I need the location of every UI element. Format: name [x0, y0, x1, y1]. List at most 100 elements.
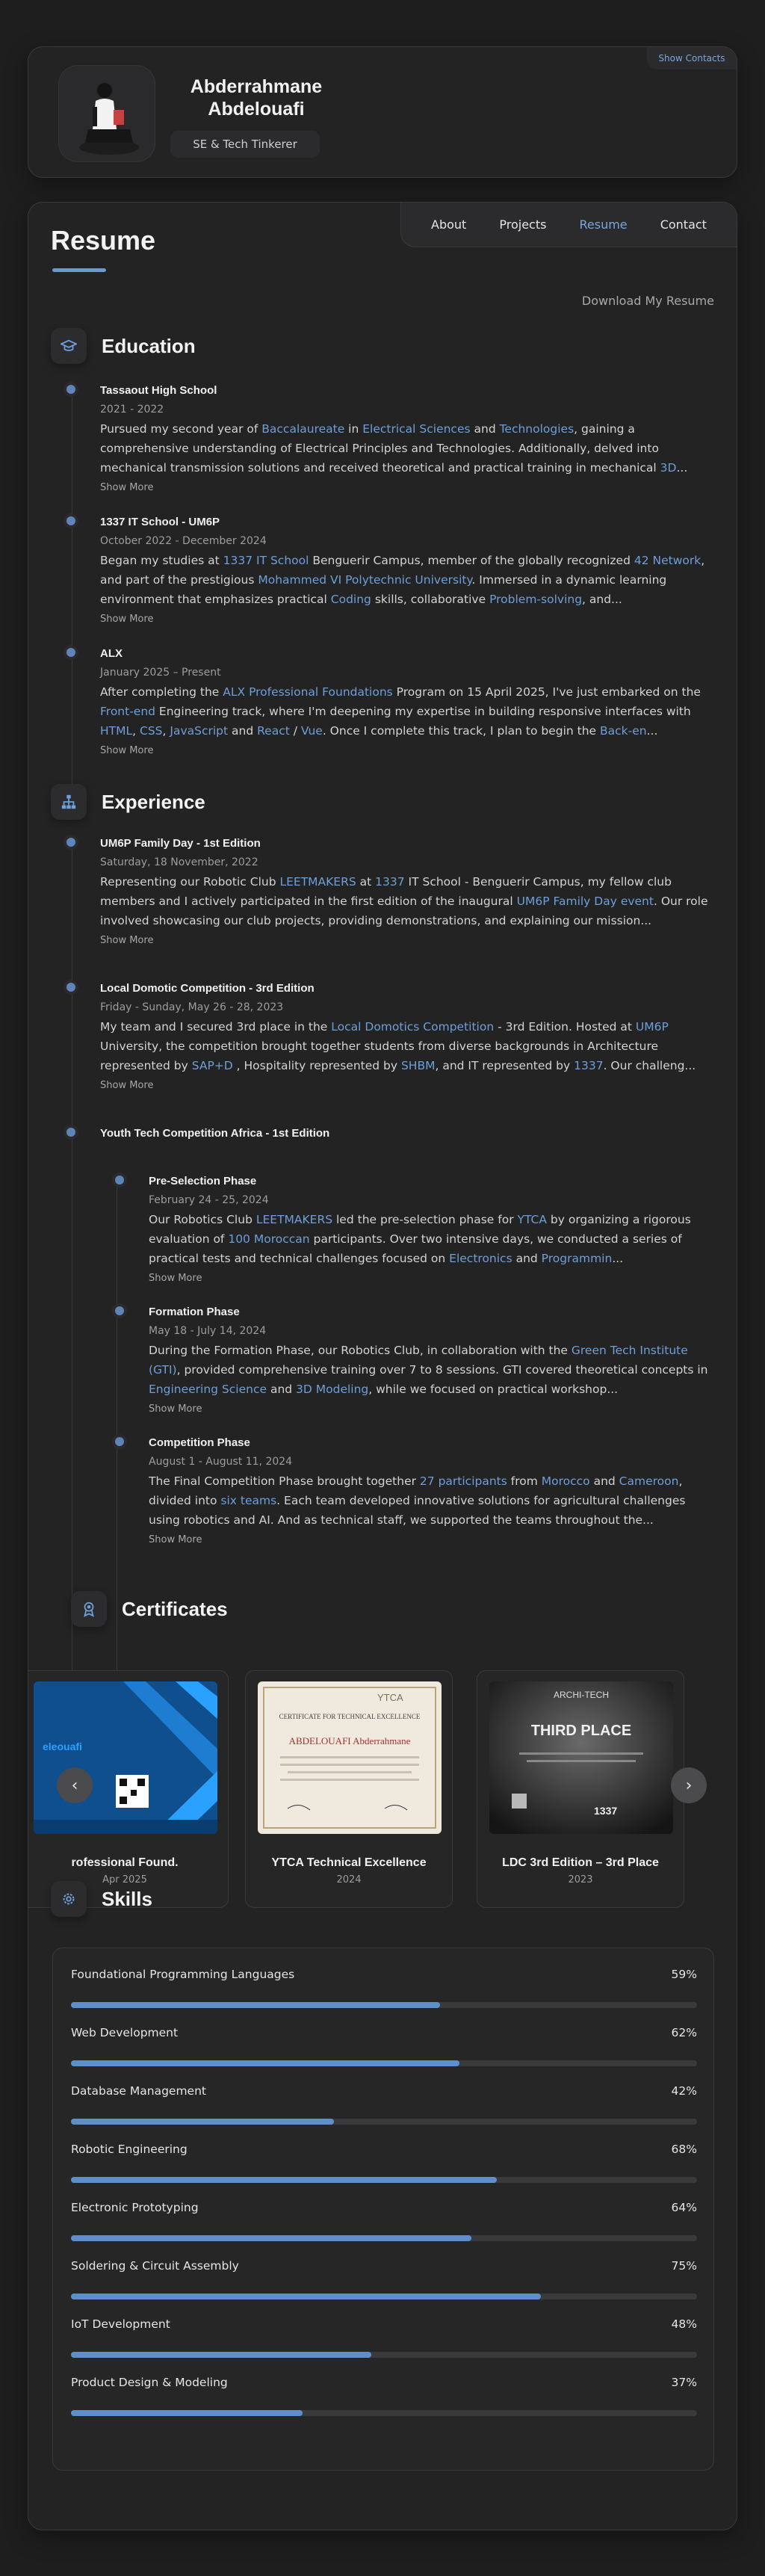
highlight-link[interactable]: Technologies — [500, 422, 574, 436]
item-title: Youth Tech Competition Africa - 1st Edit… — [100, 1127, 330, 1140]
highlight-link[interactable]: UM6P Family Day event — [517, 895, 654, 908]
highlight-link[interactable]: Baccalaureate — [261, 422, 344, 436]
ytca-name: ABDELOUAFI Abderrahmane — [289, 1735, 411, 1746]
skill-row: Electronic Prototyping 64% — [71, 2201, 697, 2247]
text-segment: The Final Competition Phase brought toge… — [149, 1474, 420, 1488]
text-segment: and — [512, 1252, 542, 1265]
highlight-link[interactable]: Electrical Sciences — [362, 422, 470, 436]
text-segment: skills, collaborative — [371, 593, 490, 606]
text-segment: and — [267, 1383, 297, 1396]
cert-date: 2023 — [568, 1874, 593, 1885]
text-segment: ... — [612, 1252, 624, 1265]
highlight-link[interactable]: SHBM — [401, 1059, 436, 1072]
highlight-link[interactable]: Mohammed VI Polytechnic University — [258, 573, 471, 587]
show-more-button[interactable]: Show More — [100, 614, 716, 625]
chevron-left-icon: ‹ — [71, 1776, 78, 1795]
item-description: Pursued my second year of Baccalaureate … — [100, 419, 716, 478]
highlight-link[interactable]: 3D Modeling — [296, 1383, 368, 1396]
highlight-link[interactable]: JavaScript — [170, 724, 228, 738]
text-segment: ... — [646, 724, 658, 738]
highlight-link[interactable]: 3D — [660, 461, 677, 475]
item-date: October 2022 - December 2024 — [100, 535, 267, 547]
highlight-link[interactable]: Electronics — [449, 1252, 512, 1265]
highlight-link[interactable]: Back-en — [600, 724, 647, 738]
skill-progress-fill — [71, 2235, 472, 2241]
highlight-link[interactable]: Programmin — [542, 1252, 613, 1265]
show-more-button[interactable]: Show More — [100, 482, 716, 493]
skill-progress-track — [71, 2294, 697, 2299]
text-segment: Began my studies at — [100, 554, 223, 567]
highlight-link[interactable]: LEETMAKERS — [279, 875, 356, 889]
skill-row: Foundational Programming Languages 59% — [71, 1968, 697, 2014]
item-title: Local Domotic Competition - 3rd Edition — [100, 982, 315, 995]
item-date: Friday - Sunday, May 26 - 28, 2023 — [100, 1001, 284, 1013]
education-item: ALX January 2025 – Present After completin… — [66, 646, 716, 756]
certificate-card[interactable]: YTCA CERTIFICATE FOR TECHNICAL EXCELLENC… — [245, 1670, 453, 1908]
resume-panel: About Projects Resume Contact Resume Dow… — [28, 202, 737, 2530]
skill-progress-fill — [71, 2294, 541, 2299]
carousel-prev-button[interactable]: ‹ — [57, 1767, 93, 1803]
highlight-link[interactable]: Morocco — [542, 1474, 590, 1488]
skill-percent: 42% — [671, 2084, 697, 2098]
item-title: 1337 IT School - UM6P — [100, 516, 220, 528]
highlight-link[interactable]: UM6P — [636, 1020, 669, 1034]
highlight-link[interactable]: Vue — [301, 724, 323, 738]
certificate-card[interactable]: ARCHI-TECH THIRD PLACE 1337 LDC 3rd Edit… — [477, 1670, 684, 1908]
highlight-link[interactable]: CSS — [140, 724, 163, 738]
education-item: Tassaout High School 2021 - 2022 Pursued m… — [66, 383, 716, 493]
ldc-place: THIRD PLACE — [531, 1723, 631, 1739]
highlight-link[interactable]: 1337 IT School — [223, 554, 309, 567]
text-segment: During the Formation Phase, our Robotics… — [149, 1344, 572, 1357]
carousel-next-button[interactable]: › — [671, 1767, 707, 1803]
highlight-link[interactable]: React — [257, 724, 290, 738]
skill-progress-fill — [71, 2002, 441, 2008]
skill-percent: 68% — [671, 2143, 697, 2156]
highlight-link[interactable]: Cameroon — [619, 1474, 679, 1488]
highlight-link[interactable]: 1337 — [375, 875, 404, 889]
skill-progress-track — [71, 2002, 697, 2008]
highlight-link[interactable]: 27 participants — [420, 1474, 507, 1488]
show-contacts-button[interactable]: Show Contacts — [647, 47, 737, 70]
education-item: 1337 IT School - UM6P October 2022 - Dece… — [66, 515, 716, 625]
show-more-button[interactable]: Show More — [149, 1403, 716, 1415]
text-segment: at — [356, 875, 376, 889]
certificate-image: eleouafi — [34, 1681, 217, 1834]
item-title: Formation Phase — [149, 1306, 240, 1318]
highlight-link[interactable]: Local Domotics Competition — [331, 1020, 494, 1034]
skill-name: Database Management — [71, 2084, 206, 2098]
cert-title: LDC 3rd Edition – 3rd Place — [502, 1856, 659, 1869]
cert-title: YTCA Technical Excellence — [271, 1856, 427, 1869]
highlight-link[interactable]: Problem-solving — [489, 593, 582, 606]
skill-row: Database Management 42% — [71, 2084, 697, 2131]
highlight-link[interactable]: 42 Network — [634, 554, 701, 567]
item-description: Representing our Robotic Club LEETMAKERS… — [100, 872, 716, 930]
text-segment: After completing the — [100, 685, 223, 699]
highlight-link[interactable]: 100 Moroccan — [228, 1232, 309, 1246]
text-segment: . Our challeng... — [603, 1059, 696, 1072]
item-date: Saturday, 18 November, 2022 — [100, 856, 258, 868]
show-more-button[interactable]: Show More — [149, 1534, 716, 1545]
highlight-link[interactable]: 1337 — [574, 1059, 603, 1072]
item-date: August 1 - August 11, 2024 — [149, 1456, 293, 1468]
highlight-link[interactable]: SAP+D — [192, 1059, 233, 1072]
show-more-button[interactable]: Show More — [100, 1080, 716, 1091]
skill-progress-track — [71, 2177, 697, 2183]
skill-percent: 75% — [671, 2259, 697, 2273]
highlight-link[interactable]: HTML — [100, 724, 132, 738]
skill-name: Foundational Programming Languages — [71, 1968, 295, 1981]
highlight-link[interactable]: six teams — [220, 1494, 276, 1507]
highlight-link[interactable]: YTCA — [518, 1213, 547, 1226]
highlight-link[interactable]: Coding — [331, 593, 371, 606]
highlight-link[interactable]: Front-end — [100, 705, 155, 718]
skills-list: Foundational Programming Languages 59% Web… — [52, 1948, 714, 2471]
highlight-link[interactable]: LEETMAKERS — [256, 1213, 332, 1226]
phase-item: Pre-Selection Phase February 24 - 25, 202… — [115, 1174, 716, 1284]
skill-name: Web Development — [71, 2026, 179, 2039]
highlight-link[interactable]: Engineering Science — [149, 1383, 267, 1396]
show-more-button[interactable]: Show More — [149, 1273, 716, 1284]
show-more-button[interactable]: Show More — [100, 745, 716, 756]
show-more-button[interactable]: Show More — [100, 935, 716, 946]
item-date: January 2025 – Present — [100, 667, 221, 679]
highlight-link[interactable]: ALX Professional Foundations — [223, 685, 392, 699]
ldc-brand: ARCHI-TECH — [554, 1690, 609, 1700]
